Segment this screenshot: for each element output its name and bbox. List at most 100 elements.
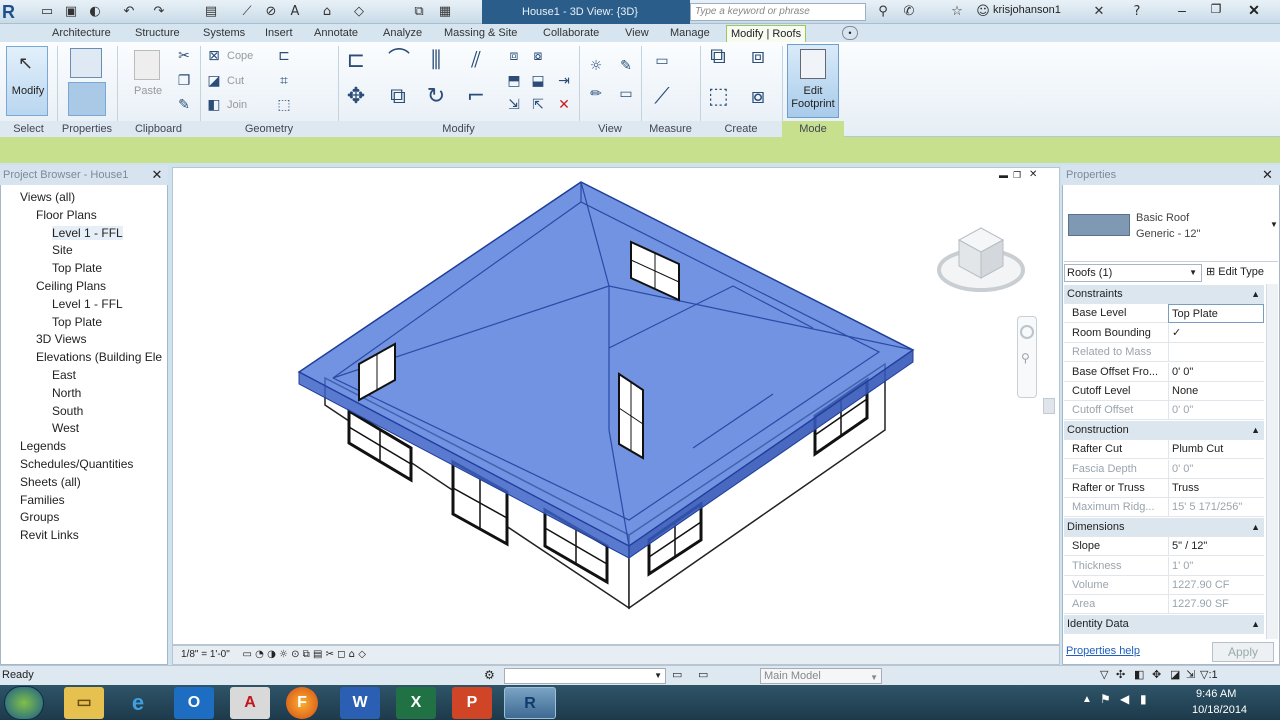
property-row[interactable]: Related to Mass xyxy=(1064,343,1264,363)
network-icon[interactable]: ▮ xyxy=(1140,692,1147,706)
property-row[interactable]: Area 1227.90 SF xyxy=(1064,595,1264,615)
split-face-icon[interactable]: ⌗ xyxy=(274,72,294,90)
revit-logo[interactable]: R xyxy=(2,1,28,23)
edit-footprint-button[interactable]: Edit Footprint xyxy=(787,44,839,118)
scale-icon[interactable]: ⬒ xyxy=(504,72,524,90)
file-explorer-icon[interactable]: ▭ xyxy=(64,687,104,719)
cut-label[interactable]: Cut xyxy=(227,75,244,87)
property-row[interactable]: Base Level Top Plate xyxy=(1064,304,1264,324)
binoculars-icon[interactable]: ⚲ xyxy=(874,3,892,20)
tree-item[interactable]: North xyxy=(52,386,81,400)
tree-item[interactable]: Schedules/Quantities xyxy=(20,457,133,471)
property-value[interactable]: 0' 0" xyxy=(1168,362,1264,382)
tree-item[interactable]: Revit Links xyxy=(20,528,79,542)
dimension-icon[interactable]: ⟋ xyxy=(652,86,672,108)
section-icon[interactable]: ◇ xyxy=(350,3,368,20)
wall-joins-icon[interactable]: ⊏ xyxy=(274,47,294,65)
split-gap-icon[interactable]: ⇥ xyxy=(554,72,574,90)
join-icon[interactable]: ◧ xyxy=(204,96,224,114)
close-button[interactable]: ✕ xyxy=(1236,2,1272,22)
property-value[interactable]: 5" / 12" xyxy=(1168,537,1264,557)
tree-item[interactable]: West xyxy=(52,421,79,435)
close-hidden-icon[interactable]: ⧉ xyxy=(410,3,428,20)
property-row[interactable]: Cutoff Offset 0' 0" xyxy=(1064,401,1264,421)
properties-icon[interactable] xyxy=(68,82,106,116)
offset-icon[interactable]: ⌒ xyxy=(388,50,410,72)
drag-icon[interactable]: ⇲ xyxy=(1186,668,1195,681)
view-close-icon[interactable]: ✕ xyxy=(1029,169,1037,180)
modify-button[interactable]: ↖ Modify xyxy=(6,46,48,116)
view-restore-icon[interactable]: ❐ xyxy=(1013,170,1021,181)
sync-icon[interactable]: ◐ xyxy=(86,3,104,20)
unpin-icon[interactable]: ⇲ xyxy=(504,96,524,114)
select-underlay-icon[interactable]: ◧ xyxy=(1134,668,1144,681)
tree-item[interactable]: Top Plate xyxy=(52,261,102,275)
firefox-icon[interactable]: F xyxy=(286,687,318,719)
tree-item[interactable]: Top Plate xyxy=(52,315,102,329)
zoom-icon[interactable]: ⚲ xyxy=(1021,351,1030,365)
filter-count-icon[interactable]: ▽:1 xyxy=(1200,668,1218,681)
project-browser-close-icon[interactable]: ✕ xyxy=(150,167,164,183)
tree-item[interactable]: Views (all) xyxy=(20,190,75,204)
star-icon[interactable]: ☆ xyxy=(948,3,966,20)
paste-icon[interactable] xyxy=(134,50,160,80)
redo-icon[interactable]: ↷ xyxy=(150,3,168,20)
view-scale[interactable]: 1/8" = 1'-0" xyxy=(181,649,230,660)
collapse-icon[interactable]: ▲ xyxy=(1251,518,1260,537)
property-category[interactable]: Constraints ▲ xyxy=(1064,285,1264,304)
undo-icon[interactable]: ↶ xyxy=(120,3,138,20)
cut-icon[interactable]: ✂ xyxy=(174,47,194,65)
design-options-select[interactable]: ▼ xyxy=(504,668,666,684)
tree-item[interactable]: Ceiling Plans xyxy=(36,279,106,293)
tree-item[interactable]: East xyxy=(52,368,76,382)
property-row[interactable]: Rafter Cut Plumb Cut xyxy=(1064,440,1264,460)
revit-taskbar-icon[interactable]: R xyxy=(504,687,556,719)
tab-systems[interactable]: Systems xyxy=(199,25,249,42)
align-icon[interactable]: ⊏ xyxy=(346,50,366,72)
tab-manage[interactable]: Manage xyxy=(666,25,714,42)
powerpoint-icon[interactable]: P xyxy=(452,687,492,719)
filter-icon[interactable]: ▽ xyxy=(1100,668,1108,681)
cope-icon[interactable]: ⊠ xyxy=(204,47,224,65)
tree-item[interactable]: Legends xyxy=(20,439,66,453)
tree-item[interactable]: Level 1 - FFL xyxy=(52,225,123,240)
word-icon[interactable]: W xyxy=(340,687,380,719)
create-parts-icon[interactable]: ⧈ xyxy=(748,46,768,68)
property-value[interactable]: Top Plate xyxy=(1168,304,1264,324)
tree-item[interactable]: Sheets (all) xyxy=(20,475,81,489)
house-3d-model[interactable] xyxy=(273,176,933,626)
select-face-icon[interactable]: ◪ xyxy=(1170,668,1180,681)
edit-type-button[interactable]: ⊞ Edit Type xyxy=(1206,264,1264,280)
property-row[interactable]: Cutoff Level None xyxy=(1064,382,1264,401)
property-row[interactable]: Maximum Ridg... 15' 5 171/256" xyxy=(1064,498,1264,518)
tab-analyze[interactable]: Analyze xyxy=(379,25,426,42)
action-center-icon[interactable]: ⚑ xyxy=(1100,692,1111,706)
view-minimize-icon[interactable]: ▬ xyxy=(999,170,1008,180)
speaker-icon[interactable]: ◀ xyxy=(1120,692,1129,706)
split-icon[interactable]: ⧈ xyxy=(504,47,524,65)
exclude-options-icon[interactable]: ▭ xyxy=(698,668,708,681)
panel-select[interactable]: Select xyxy=(0,121,57,137)
acrobat-icon[interactable]: A xyxy=(230,687,270,719)
type-dropdown-icon[interactable]: ▼ xyxy=(1270,220,1278,229)
tree-item[interactable]: Families xyxy=(20,493,65,507)
create-group-icon[interactable]: ⬚ xyxy=(708,86,729,108)
tree-item[interactable]: Site xyxy=(52,243,73,257)
properties-help-link[interactable]: Properties help xyxy=(1066,645,1140,657)
tab-structure[interactable]: Structure xyxy=(131,25,184,42)
move-icon[interactable]: ✥ xyxy=(346,86,366,108)
measure-between-icon[interactable]: ▭ xyxy=(652,52,672,70)
create-assembly-icon[interactable]: ⧉ xyxy=(708,46,728,68)
open-icon[interactable]: ▭ xyxy=(38,3,56,20)
view-scrollbar[interactable] xyxy=(1043,398,1055,414)
property-row[interactable]: Rafter or Truss Truss xyxy=(1064,479,1264,498)
start-button[interactable] xyxy=(4,686,44,720)
pin-icon[interactable]: ⬓ xyxy=(528,72,548,90)
property-category[interactable]: Identity Data ▲ xyxy=(1064,614,1264,634)
property-row[interactable]: Thickness 1' 0" xyxy=(1064,556,1264,576)
select-links-icon[interactable]: ✣ xyxy=(1116,668,1125,681)
select-pinned-icon[interactable]: ✥ xyxy=(1152,668,1161,681)
property-row[interactable]: Slope 5" / 12" xyxy=(1064,537,1264,557)
property-value[interactable]: 1227.90 SF xyxy=(1168,595,1264,615)
collapse-icon[interactable]: ▲ xyxy=(1251,615,1260,634)
